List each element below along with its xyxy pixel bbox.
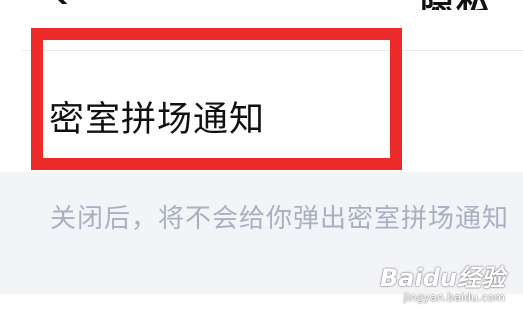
watermark-brand: Baidu经验 [380,264,505,292]
watermark-url: jingyan.baidu.com [403,291,505,304]
nav-title-clip: 隐私 [0,0,523,10]
page-title: 隐私 [420,0,492,10]
setting-description: 关闭后，将不会给你弹出密室拼场通知 [50,204,510,234]
baidu-jingyan-watermark: Baidu经验 jingyan.baidu.com [380,266,505,303]
highlight-annotation-box [31,28,402,170]
